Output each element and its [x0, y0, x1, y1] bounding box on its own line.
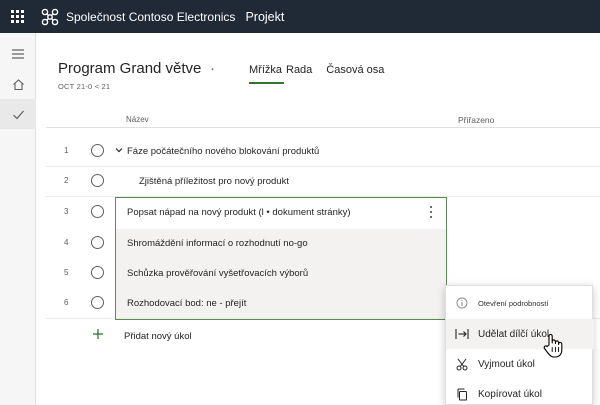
network-logo-icon	[41, 8, 59, 25]
add-task-label[interactable]: Přidat nový úkol	[124, 331, 192, 342]
home-icon[interactable]	[0, 69, 36, 99]
menu-item-label: Udělat dílčí úkol	[478, 328, 550, 340]
menu-item-label: Kopírovat úkol	[478, 388, 542, 400]
hand-cursor-icon	[543, 333, 563, 358]
row-number: 2	[64, 176, 69, 185]
complete-checkbox[interactable]	[91, 236, 104, 249]
plan-options-button[interactable]: ·	[210, 60, 215, 77]
complete-checkbox[interactable]	[91, 296, 104, 309]
selection-outline	[115, 197, 447, 320]
column-header-name[interactable]: Název	[126, 115, 149, 124]
complete-checkbox[interactable]	[91, 174, 104, 187]
tab-grid[interactable]: Mřížka	[249, 64, 284, 84]
menu-item-label: Otevření podrobností	[478, 298, 549, 308]
row-number: 3	[64, 207, 69, 216]
complete-checkbox[interactable]	[91, 205, 104, 218]
plus-icon[interactable]	[92, 328, 104, 340]
task-title[interactable]: Zjištěná příležitost pro nový produkt	[139, 176, 289, 187]
row-number: 1	[64, 146, 69, 155]
chevron-down-icon[interactable]	[115, 146, 123, 154]
complete-checkbox[interactable]	[91, 266, 104, 279]
task-title[interactable]: Fáze počátečního nového blokování produk…	[127, 146, 319, 157]
app-name[interactable]: Projekt	[245, 10, 284, 24]
menu-item-label: Vyjmout úkol	[478, 358, 535, 370]
header-divider	[46, 127, 600, 128]
table-row[interactable]: 2 Zjištěná příležitost pro nový produkt	[46, 166, 600, 197]
org-name: Společnost Contoso Electronics	[66, 9, 236, 24]
menu-item-make-subtask[interactable]: Udělat dílčí úkol	[446, 319, 594, 349]
menu-item-cut-task[interactable]: Vyjmout úkol	[446, 349, 594, 379]
row-number: 6	[64, 298, 69, 307]
view-tabs: Mřížka Rada Časová osa	[249, 64, 398, 84]
indent-icon	[454, 326, 470, 342]
tab-board[interactable]: Rada	[286, 64, 312, 82]
info-icon	[454, 295, 470, 311]
row-number: 4	[64, 238, 69, 247]
plan-title: Program Grand větve	[58, 60, 202, 77]
menu-item-open-details[interactable]: Otevření podrobností	[446, 288, 594, 318]
table-row[interactable]: 1 Fáze počátečního nového blokování prod…	[46, 136, 600, 167]
left-rail	[0, 33, 36, 405]
complete-checkbox[interactable]	[91, 144, 104, 157]
checkmark-icon[interactable]	[0, 99, 36, 129]
tab-timeline[interactable]: Časová osa	[326, 64, 384, 82]
row-number: 5	[64, 268, 69, 277]
plan-subtitle: OCT 21-0 < 21	[58, 82, 111, 91]
scissors-icon	[454, 356, 470, 372]
waffle-icon[interactable]	[0, 0, 34, 33]
context-menu: Otevření podrobností Udělat dílčí úkol V…	[445, 285, 594, 405]
hamburger-icon[interactable]	[0, 39, 36, 69]
top-bar: Společnost Contoso Electronics Projekt	[0, 0, 600, 33]
more-options-icon[interactable]	[428, 205, 434, 219]
menu-item-copy-task[interactable]: Kopírovat úkol	[446, 379, 594, 405]
copy-icon	[454, 386, 470, 402]
column-header-assigned[interactable]: Přiřazeno	[458, 115, 494, 125]
